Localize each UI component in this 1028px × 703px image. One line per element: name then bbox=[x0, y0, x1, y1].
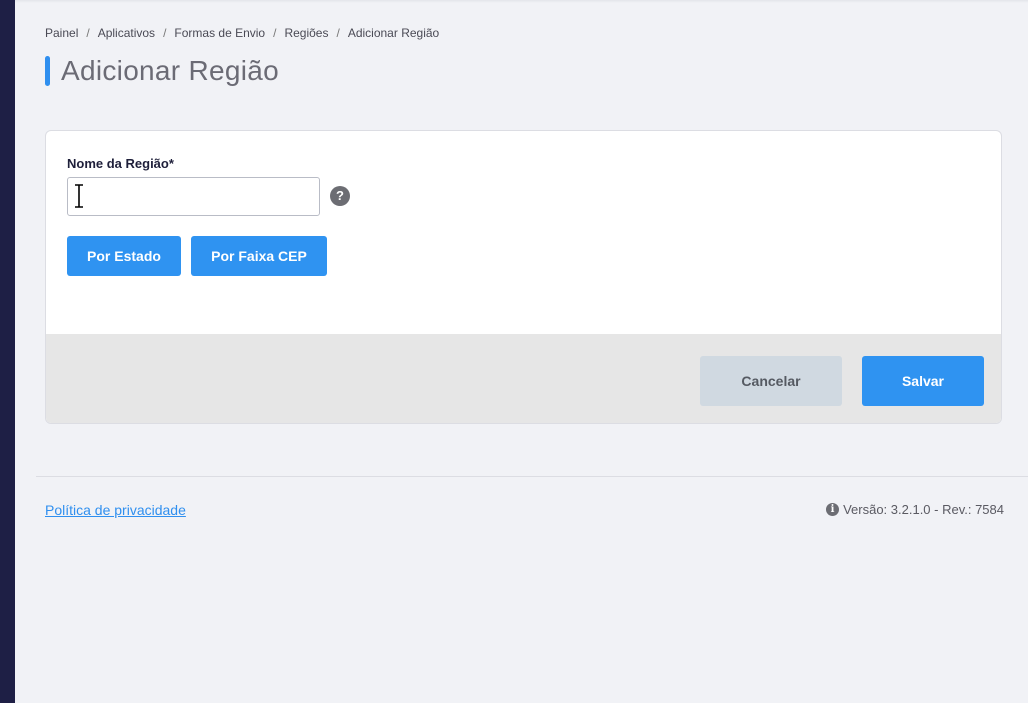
breadcrumb-item-formas-de-envio[interactable]: Formas de Envio bbox=[174, 26, 265, 40]
text-cursor-icon bbox=[75, 184, 83, 208]
top-bar-shadow bbox=[15, 0, 1028, 3]
region-name-label: Nome da Região* bbox=[67, 156, 174, 171]
sidebar-strip bbox=[0, 0, 15, 703]
breadcrumb-separator: / bbox=[336, 26, 340, 40]
region-form-card: Nome da Região* ? Por Estado Por Faixa C… bbox=[45, 130, 1002, 424]
page-header: Adicionar Região bbox=[45, 55, 279, 87]
breadcrumb-separator: / bbox=[273, 26, 277, 40]
breadcrumb-item-regioes[interactable]: Regiões bbox=[284, 26, 328, 40]
help-icon[interactable]: ? bbox=[330, 186, 350, 206]
breadcrumb: Painel / Aplicativos / Formas de Envio /… bbox=[45, 26, 439, 40]
region-name-input[interactable] bbox=[67, 177, 320, 216]
breadcrumb-item-aplicativos[interactable]: Aplicativos bbox=[98, 26, 155, 40]
page-title: Adicionar Região bbox=[61, 55, 280, 86]
privacy-policy-link[interactable]: Política de privacidade bbox=[45, 502, 186, 518]
version-info: i Versão: 3.2.1.0 - Rev.: 7584 bbox=[826, 502, 1004, 517]
breadcrumb-separator: / bbox=[163, 26, 167, 40]
cancel-button[interactable]: Cancelar bbox=[700, 356, 842, 406]
info-icon: i bbox=[826, 503, 840, 516]
breadcrumb-item-painel[interactable]: Painel bbox=[45, 26, 78, 40]
by-state-button[interactable]: Por Estado bbox=[67, 236, 181, 276]
title-accent-bar bbox=[45, 56, 50, 86]
form-actions-bar: Cancelar Salvar bbox=[46, 334, 1001, 423]
breadcrumb-item-current: Adicionar Região bbox=[347, 26, 440, 40]
footer-divider bbox=[36, 476, 1028, 477]
breadcrumb-separator: / bbox=[86, 26, 90, 40]
save-button[interactable]: Salvar bbox=[862, 356, 984, 406]
by-cep-range-button[interactable]: Por Faixa CEP bbox=[191, 236, 327, 276]
version-text: Versão: 3.2.1.0 - Rev.: 7584 bbox=[843, 502, 1004, 517]
